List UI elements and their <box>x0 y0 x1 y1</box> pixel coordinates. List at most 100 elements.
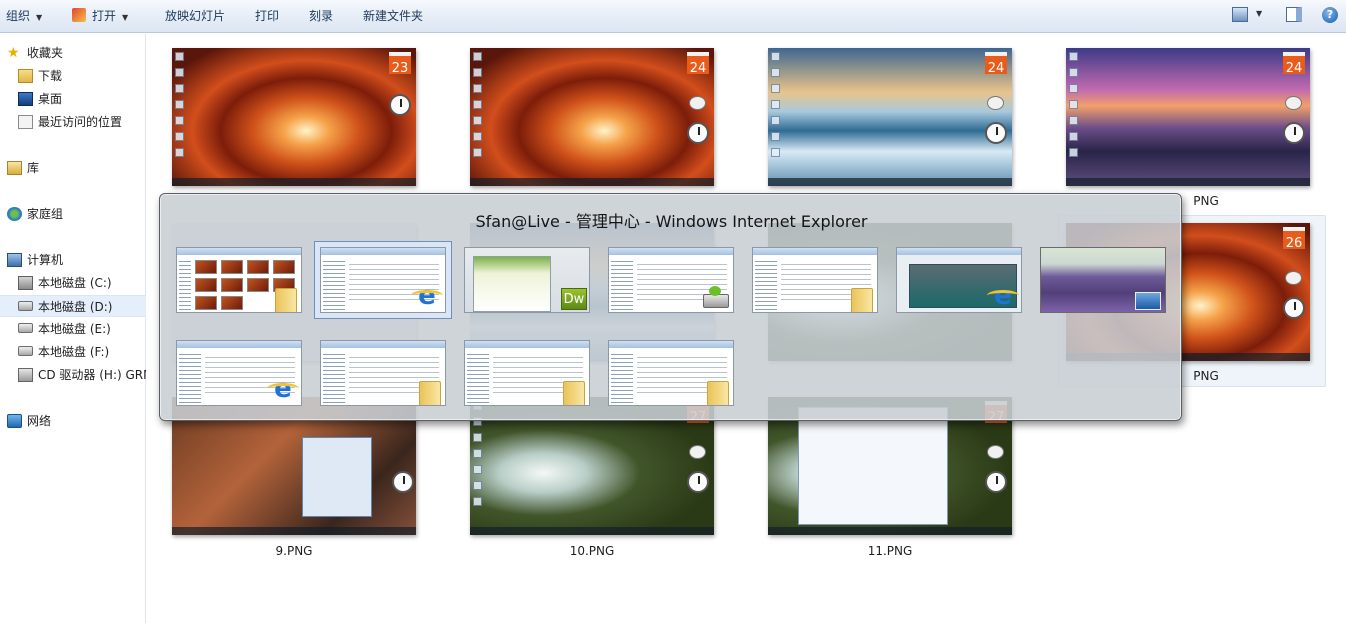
open-icon <box>72 8 86 22</box>
new-folder-label: 新建文件夹 <box>363 9 424 23</box>
nav-label: 本地磁盘 (F:) <box>38 345 110 359</box>
clock-gadget-icon <box>1283 297 1305 319</box>
cd-drive-icon <box>18 368 33 382</box>
nav-item-downloads[interactable]: 下载 <box>0 65 146 87</box>
switcher-window[interactable]: Dw <box>464 247 590 313</box>
network-icon <box>7 414 22 428</box>
file-thumbnail[interactable]: 24 <box>470 48 714 186</box>
chevron-down-icon: ▼ <box>36 13 43 22</box>
nav-drive-f[interactable]: 本地磁盘 (F:) <box>0 341 146 363</box>
clock-gadget-icon <box>985 471 1007 493</box>
star-icon: ★ <box>7 45 20 61</box>
nav-label: 最近访问的位置 <box>38 115 123 129</box>
clock-gadget-icon <box>1283 122 1305 144</box>
taskbar <box>470 527 714 535</box>
preview-pane-icon[interactable] <box>1286 7 1302 22</box>
taskbar <box>172 527 416 535</box>
taskbar <box>768 178 1012 186</box>
taskbar <box>1066 178 1310 186</box>
downloads-folder-icon <box>18 69 33 83</box>
drive-icon <box>703 286 729 308</box>
nav-item-desktop[interactable]: 桌面 <box>0 88 146 110</box>
burn-label: 刻录 <box>309 9 334 23</box>
switcher-window[interactable]: e <box>896 247 1022 313</box>
help-icon[interactable]: ? <box>1322 7 1338 23</box>
nav-label: 本地磁盘 (C:) <box>38 276 112 290</box>
nav-libraries[interactable]: 库 <box>0 157 146 179</box>
calendar-gadget: 24 <box>687 52 709 76</box>
nav-label: 网络 <box>27 414 52 428</box>
nav-label: 下载 <box>38 69 63 83</box>
views-icon[interactable] <box>1232 7 1248 22</box>
ie-icon: e <box>267 375 299 403</box>
file-name[interactable]: 11.PNG <box>768 544 1012 558</box>
nav-label: 库 <box>27 161 40 175</box>
nav-network[interactable]: 网络 <box>0 410 146 432</box>
print-button[interactable]: 打印 <box>255 0 279 33</box>
nav-label: 桌面 <box>38 92 63 106</box>
file-thumbnail[interactable]: 24 <box>768 48 1012 186</box>
nav-label: 收藏夹 <box>27 46 64 60</box>
file-name[interactable]: 9.PNG <box>172 544 416 558</box>
gadget-icon <box>689 96 706 110</box>
gadget-icon <box>1285 271 1302 285</box>
switcher-window-active[interactable]: e <box>320 247 446 313</box>
slideshow-button[interactable]: 放映幻灯片 <box>165 0 225 33</box>
switcher-title: Sfan@Live - 管理中心 - Windows Internet Expl… <box>475 212 868 231</box>
folder-icon <box>707 381 729 405</box>
organize-label: 组织 <box>6 9 31 23</box>
chevron-down-icon: ▼ <box>122 13 129 22</box>
switcher-window[interactable] <box>608 247 734 313</box>
switcher-window[interactable]: e <box>176 340 302 406</box>
chat-window-preview <box>302 437 372 517</box>
drive-icon <box>18 323 33 333</box>
nav-item-recent-places[interactable]: 最近访问的位置 <box>0 111 146 133</box>
switcher-window[interactable] <box>752 247 878 313</box>
taskbar <box>470 178 714 186</box>
ie-icon: e <box>411 282 443 310</box>
clock-gadget-icon <box>392 471 414 493</box>
calendar-gadget: 24 <box>1283 52 1305 76</box>
nav-favorites[interactable]: ★ 收藏夹 <box>0 42 146 64</box>
command-bar: 组织 ▼ 打开 ▼ 放映幻灯片 打印 刻录 新建文件夹 ▼ ? <box>0 0 1346 33</box>
drive-icon <box>18 301 33 311</box>
chevron-down-icon[interactable]: ▼ <box>1256 9 1262 18</box>
nav-computer[interactable]: 计算机 <box>0 249 146 271</box>
nav-drive-c[interactable]: 本地磁盘 (C:) <box>0 272 146 294</box>
gadget-icon <box>1285 96 1302 110</box>
switcher-window[interactable] <box>464 340 590 406</box>
homegroup-icon <box>7 207 22 221</box>
switcher-window[interactable] <box>176 247 302 313</box>
desktop-preview-icon <box>1135 292 1161 310</box>
nav-drive-h[interactable]: CD 驱动器 (H:) GRM <box>0 364 146 386</box>
switcher-window[interactable] <box>608 340 734 406</box>
open-menu[interactable]: 打开 ▼ <box>72 0 128 33</box>
file-name[interactable]: 10.PNG <box>470 544 714 558</box>
library-icon <box>7 161 22 175</box>
desktop-icons <box>175 52 185 164</box>
burn-button[interactable]: 刻录 <box>309 0 333 33</box>
file-thumbnail[interactable]: 24 <box>1066 48 1310 186</box>
switcher-window[interactable] <box>1040 247 1166 313</box>
nav-drive-d[interactable]: 本地磁盘 (D:) <box>0 295 146 317</box>
nav-drive-e[interactable]: 本地磁盘 (E:) <box>0 318 146 340</box>
folder-icon <box>851 288 873 312</box>
nav-homegroup[interactable]: 家庭组 <box>0 203 146 225</box>
gadget-icon <box>689 445 706 459</box>
slideshow-label: 放映幻灯片 <box>165 9 226 23</box>
switcher-window[interactable] <box>320 340 446 406</box>
clock-gadget-icon <box>985 122 1007 144</box>
computer-icon <box>7 253 22 267</box>
file-thumbnail[interactable]: 23 <box>172 48 416 186</box>
desktop-icons <box>771 52 781 164</box>
desktop-icon <box>18 92 33 106</box>
folder-icon <box>419 381 441 405</box>
taskbar <box>768 527 1012 535</box>
organize-menu[interactable]: 组织 ▼ <box>6 0 42 33</box>
desktop-icons <box>473 52 483 164</box>
taskbar <box>172 178 416 186</box>
clock-gadget-icon <box>687 471 709 493</box>
nav-label: 本地磁盘 (D:) <box>38 300 113 314</box>
new-folder-button[interactable]: 新建文件夹 <box>363 0 423 33</box>
clock-gadget-icon <box>389 94 411 116</box>
